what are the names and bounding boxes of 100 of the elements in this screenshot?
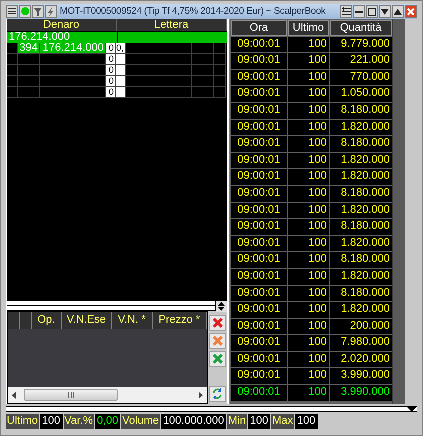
book-cell: 394 [18,43,40,54]
lightning-icon [47,6,55,16]
book-cell [40,87,106,98]
time-cell: 09:00:01 [231,219,287,235]
spin-control[interactable] [216,301,227,312]
quantity-cell: 8.180.000 [330,286,392,302]
column-header: Ora [231,20,287,36]
time-cell: 09:00:01 [231,53,287,69]
book-cell [192,87,214,98]
quantity-cell: 3.990.000 [330,368,392,384]
time-cell: 09:00:01 [231,335,287,351]
status-label: Var.% [64,414,94,429]
status-value: 100.000.000 [161,414,226,429]
book-cell [192,43,214,54]
scroll-thumb[interactable] [24,389,118,401]
time-cell: 09:00:01 [231,286,287,302]
price-cell: 100 [288,302,329,318]
filter-button[interactable] [32,5,44,18]
book-cell [126,43,192,54]
column-header: Lettera [117,19,227,31]
status-label: Volume [121,414,160,429]
time-cell: 09:00:01 [231,186,287,202]
confirm-button[interactable] [209,351,226,367]
book-cell: 0 [106,87,116,98]
price-cell: 100 [288,385,329,401]
status-value: 100 [40,414,63,429]
quantity-cell: 8.180.000 [330,136,392,152]
price-cell: 100 [288,86,329,102]
time-cell: 09:00:01 [231,318,287,334]
scroll-track[interactable] [7,301,215,306]
quantity-cell: 8.180.000 [330,219,392,235]
close-button[interactable] [405,5,417,18]
book-cell [116,54,126,65]
price-cell: 100 [288,70,329,86]
menu-button[interactable] [6,5,18,18]
close-icon [407,8,415,16]
column-header: Op. [32,312,62,329]
book-cell: 0 [106,65,116,76]
column-header: Ultimo [288,20,329,36]
quantity-cell: 221.000 [330,53,392,69]
price-cell: 100 [288,53,329,69]
book-cell [40,76,106,87]
book-cell [18,65,40,76]
quantity-cell: 1.820.000 [330,236,392,252]
arrow-right-icon [199,392,203,398]
price-cell: 100 [288,268,329,284]
book-cell [40,65,106,76]
delete-all-button[interactable] [209,315,226,331]
book-cell [116,87,126,98]
quantity-cell: 200.000 [330,318,392,334]
window-title: MOT-IT0005009524 (Tip Tf 4,75% 2014-2020 Eur) ~ ScalperBook [59,6,327,17]
time-cell: 09:00:01 [231,268,287,284]
close-icon [212,353,224,365]
price-cell: 100 [288,368,329,384]
maximize-button[interactable] [366,5,378,18]
quantity-cell: 1.820.000 [330,169,392,185]
up-button[interactable] [392,5,404,18]
filter-icon [34,8,42,16]
best-bid-bar: 176.214.000 [7,32,117,43]
book-cell [192,54,214,65]
horizontal-scrollbar[interactable] [8,387,207,403]
time-cell: 09:00:01 [231,352,287,368]
time-cell: 09:00:01 [231,86,287,102]
quantity-cell: 8.180.000 [330,252,392,268]
price-cell: 100 [288,120,329,136]
book-cell: 0 [106,43,116,54]
price-cell: 100 [288,136,329,152]
price-cell: 100 [288,352,329,368]
book-cell [126,87,192,98]
down-button[interactable] [379,5,391,18]
time-cell: 09:00:01 [231,169,287,185]
price-cell: 100 [288,236,329,252]
price-cell: 100 [288,152,329,168]
scroll-track[interactable] [7,306,215,311]
quantity-cell: 770.000 [330,70,392,86]
lightning-button[interactable] [45,5,57,18]
book-cell [18,54,40,65]
price-cell: 100 [288,186,329,202]
book-cell: 0 [106,76,116,87]
minimize-button[interactable] [353,5,365,18]
price-cell: 100 [288,219,329,235]
quantity-cell: 1.820.000 [330,268,392,284]
refresh-button[interactable] [209,386,226,402]
price-cell: 100 [288,335,329,351]
quantity-cell: 7.980.000 [330,335,392,351]
time-cell: 09:00:01 [231,120,287,136]
status-value: 100 [248,414,270,429]
quantity-cell: 9.779.000 [330,36,392,52]
book-cell: 176.214.000 [40,43,106,54]
time-cell: 09:00:01 [231,202,287,218]
status-label: Ultimo [6,414,40,429]
quantity-cell: 1.820.000 [330,120,392,136]
price-cell: 100 [288,169,329,185]
quantity-cell: 1.820.000 [330,152,392,168]
status-value: 0,00 [95,414,120,429]
options-button[interactable] [340,5,352,18]
book-cell [192,76,214,87]
time-cell: 09:00:01 [231,302,287,318]
status-label: Min [227,414,248,429]
book-cell: 0 [106,54,116,65]
